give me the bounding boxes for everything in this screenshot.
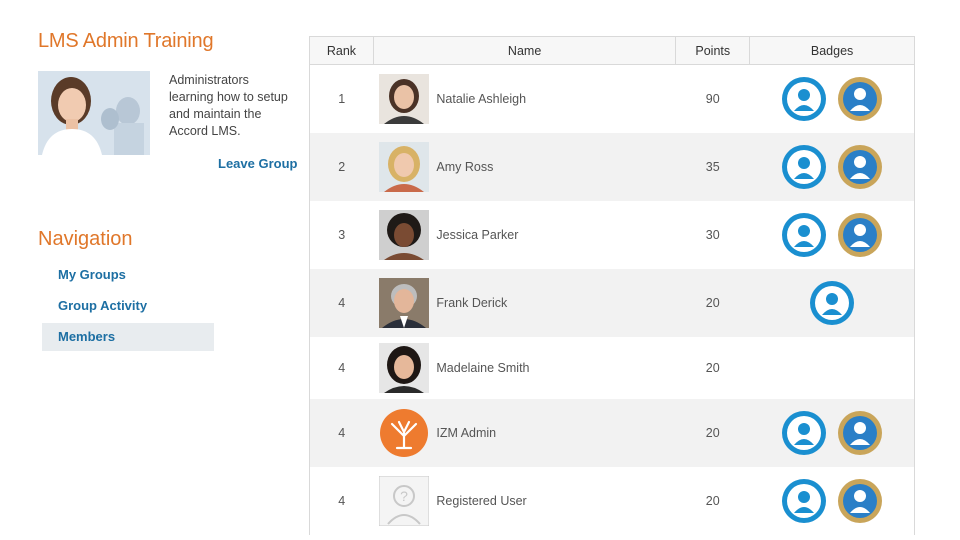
- gold-badge-icon[interactable]: [837, 212, 883, 258]
- avatar[interactable]: [379, 407, 430, 458]
- member-name[interactable]: Madelaine Smith: [436, 361, 529, 375]
- nav-item-members[interactable]: Members: [42, 323, 214, 351]
- nav-item-my-groups[interactable]: My Groups: [42, 261, 214, 289]
- avatar[interactable]: [379, 73, 430, 124]
- table-row: 4 Frank Derick 20: [309, 268, 915, 337]
- table-row: 1 Natalie Ashleigh 90: [310, 65, 915, 133]
- navigation-title: Navigation: [38, 228, 133, 250]
- group-description: Administrators learning how to setup and…: [169, 73, 288, 138]
- member-name[interactable]: Natalie Ashleigh: [436, 92, 526, 106]
- leave-group-link[interactable]: Leave Group: [218, 156, 297, 171]
- points-cell: 20: [675, 398, 750, 467]
- blue-badge-icon[interactable]: [809, 280, 855, 326]
- points-cell: 20: [705, 493, 720, 508]
- members-table: Rank Name Points Badges 1 Natalie Ashlei…: [309, 36, 915, 535]
- member-name[interactable]: IZM Admin: [436, 426, 496, 440]
- group-image: [38, 71, 150, 155]
- rank-cell: 4: [338, 360, 346, 375]
- navigation-menu: My Groups Group Activity Members: [42, 261, 214, 354]
- table-row: 4 Madelaine Smith 20: [310, 337, 915, 399]
- table-row: 3 Jessica Parker 30: [310, 201, 915, 269]
- column-header-badges: Badges: [749, 36, 915, 65]
- gold-badge-icon[interactable]: [837, 478, 883, 524]
- avatar[interactable]: [379, 277, 430, 328]
- avatar[interactable]: [379, 141, 430, 192]
- table-row: 4 IZM Admin 20: [309, 398, 915, 467]
- table-row: 2 Amy Ross 35: [309, 132, 915, 201]
- column-header-points[interactable]: Points: [675, 36, 751, 65]
- group-title: LMS Admin Training: [38, 30, 214, 52]
- rank-cell: 4: [309, 398, 374, 467]
- blue-badge-icon[interactable]: [781, 144, 827, 190]
- member-name[interactable]: Amy Ross: [436, 160, 493, 174]
- blue-badge-icon[interactable]: [781, 410, 827, 456]
- svg-text:?: ?: [400, 488, 408, 504]
- rank-cell: 1: [338, 91, 346, 106]
- rank-cell: 3: [338, 227, 346, 242]
- rank-cell: 4: [309, 268, 374, 337]
- points-cell: 20: [675, 268, 750, 337]
- rank-cell: 2: [309, 132, 374, 201]
- member-name[interactable]: Registered User: [436, 494, 526, 508]
- avatar[interactable]: ?: [379, 475, 430, 526]
- blue-badge-icon[interactable]: [781, 478, 827, 524]
- points-cell: 30: [705, 227, 720, 242]
- avatar[interactable]: [379, 209, 430, 260]
- member-name[interactable]: Jessica Parker: [436, 228, 518, 242]
- points-cell: 90: [705, 91, 720, 106]
- member-name[interactable]: Frank Derick: [436, 296, 507, 310]
- nav-item-group-activity[interactable]: Group Activity: [42, 292, 214, 320]
- gold-badge-icon[interactable]: [837, 144, 883, 190]
- table-row: 4 ? Registered User 20: [310, 467, 915, 535]
- column-header-name[interactable]: Name: [372, 36, 677, 65]
- table-header-row: Rank Name Points Badges: [309, 36, 915, 65]
- blue-badge-icon[interactable]: [781, 76, 827, 122]
- rank-cell: 4: [338, 493, 346, 508]
- gold-badge-icon[interactable]: [837, 410, 883, 456]
- gold-badge-icon[interactable]: [837, 76, 883, 122]
- points-cell: 20: [705, 360, 720, 375]
- blue-badge-icon[interactable]: [781, 212, 827, 258]
- avatar[interactable]: [379, 342, 430, 393]
- column-header-rank[interactable]: Rank: [309, 36, 374, 65]
- points-cell: 35: [675, 132, 750, 201]
